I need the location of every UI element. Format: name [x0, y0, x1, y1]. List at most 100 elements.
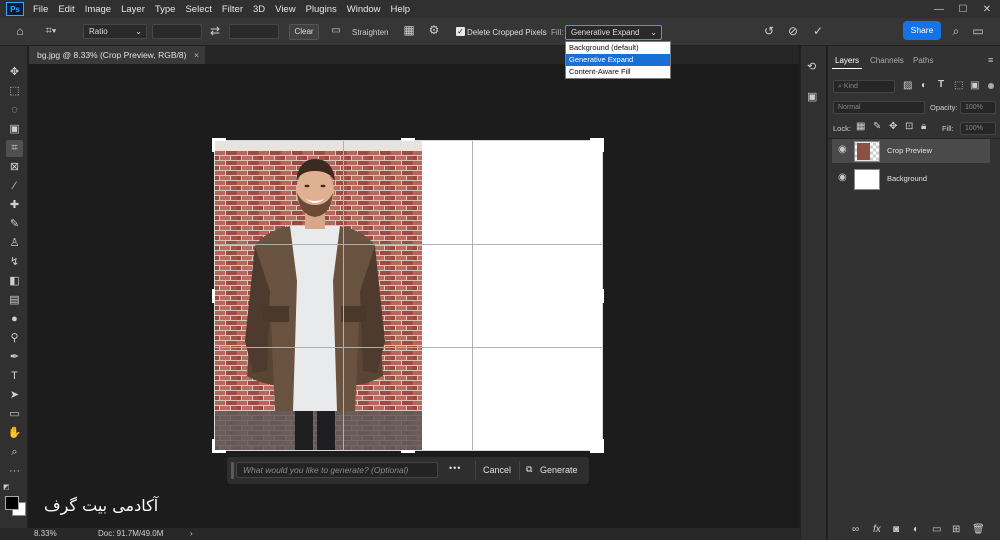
brush-tool-icon[interactable]: ✎ — [6, 216, 23, 233]
generate-icon[interactable]: ⧉ — [526, 464, 532, 475]
lock-transparent-icon[interactable]: ▦ — [856, 121, 865, 132]
lock-position-icon[interactable]: ✥ — [889, 121, 897, 132]
history-brush-tool-icon[interactable]: ↯ — [6, 254, 23, 271]
link-layers-icon[interactable]: ∞ — [852, 524, 859, 535]
reset-icon[interactable]: ↺ — [761, 24, 777, 38]
hand-tool-icon[interactable]: ✋ — [6, 425, 23, 442]
crop-handle-top-right[interactable] — [601, 138, 604, 152]
eraser-tool-icon[interactable]: ◧ — [6, 273, 23, 290]
ratio-select[interactable]: Ratio ⌄ — [83, 24, 147, 39]
fill-option-content-aware[interactable]: Content-Aware Fill — [566, 66, 670, 78]
maximize-icon[interactable]: ☐ — [952, 0, 974, 18]
drag-handle[interactable] — [231, 462, 234, 479]
gradient-tool-icon[interactable]: ▤ — [6, 292, 23, 309]
filter-kind-select[interactable]: ⌕ Kind — [833, 80, 895, 93]
eye-icon[interactable]: ◉ — [838, 172, 847, 183]
cancel-crop-icon[interactable]: ⊘ — [785, 24, 801, 38]
crop-handle-left[interactable] — [212, 289, 215, 303]
crop-handle-top-left[interactable] — [212, 138, 215, 152]
layer-name[interactable]: Background — [887, 174, 927, 183]
crop-tool-icon[interactable]: ⌗ — [6, 140, 23, 157]
fill-field[interactable]: 100% — [960, 122, 996, 135]
zoom-level[interactable]: 8.33% — [34, 528, 57, 540]
delete-cropped-checkbox[interactable]: ✓ — [456, 27, 465, 36]
fill-option-generative-expand[interactable]: Generative Expand — [566, 54, 670, 66]
filter-type-icon[interactable]: T — [938, 79, 944, 90]
opacity-field[interactable]: 100% — [960, 101, 996, 114]
filter-toggle-icon[interactable] — [988, 83, 994, 89]
close-tab-icon[interactable]: × — [194, 46, 199, 64]
foreground-color-swatch[interactable] — [5, 496, 19, 510]
menu-edit[interactable]: Edit — [53, 4, 79, 15]
eye-icon[interactable]: ◉ — [838, 144, 847, 155]
generate-button[interactable]: Generate — [540, 465, 578, 475]
menu-file[interactable]: File — [28, 4, 53, 15]
fill-select[interactable]: Generative Expand ⌄ — [565, 25, 662, 40]
lock-image-icon[interactable]: ✎ — [873, 121, 881, 132]
new-group-icon[interactable]: ▭ — [932, 524, 941, 535]
filter-shape-icon[interactable]: ⬚ — [954, 80, 963, 91]
crop-handle-bottom-right[interactable] — [601, 439, 604, 453]
crop-handle-top[interactable] — [401, 138, 415, 141]
fill-option-background[interactable]: Background (default) — [566, 42, 670, 54]
tab-paths[interactable]: Paths — [913, 56, 933, 65]
width-field[interactable] — [152, 24, 202, 39]
layer-style-icon[interactable]: fx — [873, 524, 881, 535]
dodge-tool-icon[interactable]: ⚲ — [6, 330, 23, 347]
adjustment-layer-icon[interactable]: ◐ — [913, 524, 919, 535]
crop-handle-bottom[interactable] — [401, 450, 415, 453]
menu-image[interactable]: Image — [80, 4, 116, 15]
menu-window[interactable]: Window — [342, 4, 386, 15]
type-tool-icon[interactable]: T — [6, 368, 23, 385]
height-field[interactable] — [229, 24, 279, 39]
clone-stamp-tool-icon[interactable]: ♙ — [6, 235, 23, 252]
crop-tool-preset-icon[interactable]: ⌗▾ — [40, 24, 62, 38]
menu-view[interactable]: View — [270, 4, 300, 15]
minimize-icon[interactable]: — — [928, 0, 950, 18]
lock-all-icon[interactable]: 🔒︎ — [921, 121, 926, 132]
properties-panel-icon[interactable]: ▣ — [807, 90, 817, 103]
tab-channels[interactable]: Channels — [870, 56, 904, 65]
new-layer-icon[interactable]: ⊞ — [952, 524, 960, 535]
crop-handle-bottom-left[interactable] — [212, 439, 215, 453]
menu-layer[interactable]: Layer — [116, 4, 150, 15]
search-icon[interactable]: ⌕ — [948, 24, 964, 38]
path-selection-tool-icon[interactable]: ➤ — [6, 387, 23, 404]
menu-plugins[interactable]: Plugins — [301, 4, 342, 15]
more-options-icon[interactable]: ••• — [449, 463, 461, 473]
crop-bounding-box[interactable] — [214, 140, 603, 451]
move-tool-icon[interactable]: ✥ — [6, 64, 23, 81]
frame-tool-icon[interactable]: ⊠ — [6, 159, 23, 176]
home-icon[interactable]: ⌂ — [12, 24, 28, 38]
swap-icon[interactable]: ⇄ — [207, 24, 223, 38]
marquee-tool-icon[interactable]: ⬚ — [6, 83, 23, 100]
commit-crop-icon[interactable]: ✓ — [810, 24, 826, 38]
history-panel-icon[interactable]: ⟲ — [807, 60, 816, 73]
cancel-button[interactable]: Cancel — [483, 465, 511, 475]
lock-artboard-icon[interactable]: ⊡ — [905, 121, 913, 132]
straighten-label[interactable]: Straighten — [352, 28, 388, 37]
filter-adjustment-icon[interactable]: ◐ — [921, 80, 927, 91]
layer-row-crop-preview[interactable]: ◉ Crop Preview — [832, 139, 990, 163]
eyedropper-tool-icon[interactable]: ⁄ — [6, 178, 23, 195]
generate-prompt-input[interactable]: What would you like to generate? (Option… — [236, 462, 438, 478]
blend-mode-select[interactable]: Normal — [833, 101, 925, 114]
object-selection-tool-icon[interactable]: ▣ — [6, 121, 23, 138]
document-tab[interactable]: bg.jpg @ 8.33% (Crop Preview, RGB/8) × — [29, 46, 205, 64]
blur-tool-icon[interactable]: ● — [6, 311, 23, 328]
tab-layers[interactable]: Layers — [835, 56, 859, 65]
more-tools-icon[interactable]: ··· — [6, 463, 23, 480]
crop-handle-right[interactable] — [601, 289, 604, 303]
workspace-icon[interactable]: ▭ — [970, 24, 986, 38]
zoom-tool-icon[interactable]: ⌕ — [6, 444, 23, 461]
layer-name[interactable]: Crop Preview — [887, 146, 932, 155]
menu-3d[interactable]: 3D — [248, 4, 270, 15]
rectangle-tool-icon[interactable]: ▭ — [6, 406, 23, 423]
pen-tool-icon[interactable]: ✒ — [6, 349, 23, 366]
menu-filter[interactable]: Filter — [217, 4, 248, 15]
menu-help[interactable]: Help — [386, 4, 416, 15]
menu-select[interactable]: Select — [180, 4, 216, 15]
default-colors-icon[interactable]: ◩ — [3, 483, 10, 491]
add-mask-icon[interactable]: ◙ — [893, 524, 899, 535]
share-button[interactable]: Share — [903, 21, 941, 40]
